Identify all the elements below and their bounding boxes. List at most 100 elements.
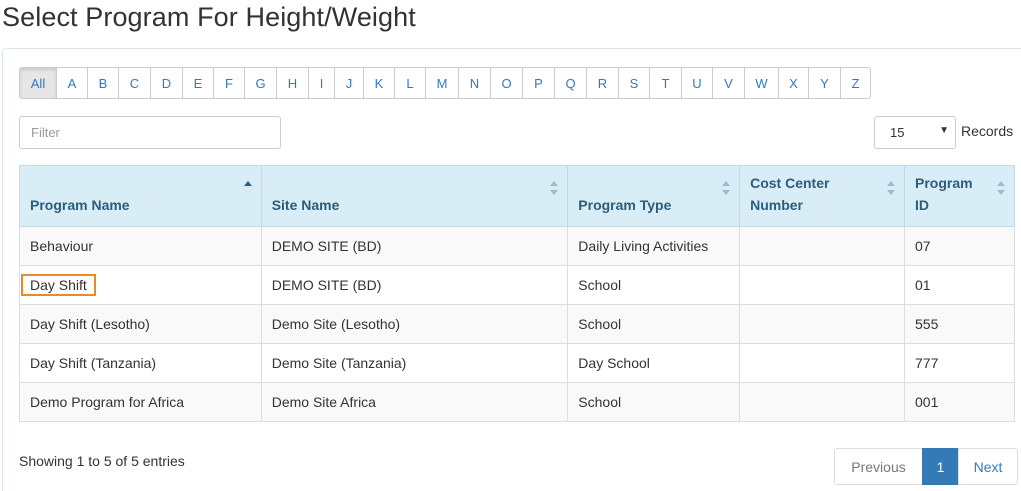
alphabet-button-o[interactable]: O bbox=[490, 67, 523, 99]
cell-value: Behaviour bbox=[30, 238, 94, 254]
alphabet-button-t[interactable]: T bbox=[649, 67, 682, 99]
page-title: Select Program For Height/Weight bbox=[2, 2, 416, 32]
cell-value: Day School bbox=[578, 355, 650, 371]
table-cell bbox=[739, 382, 906, 422]
alphabet-button-m[interactable]: M bbox=[425, 67, 459, 99]
column-header-program-type[interactable]: Program Type bbox=[567, 165, 741, 227]
table-cell: Demo Site Africa bbox=[260, 382, 569, 422]
cell-value: Day Shift (Tanzania) bbox=[30, 355, 157, 371]
sort-icon bbox=[549, 180, 559, 196]
table-cell: Day Shift bbox=[19, 265, 262, 305]
alphabet-button-e[interactable]: E bbox=[182, 67, 214, 99]
table-cell: 001 bbox=[904, 382, 1015, 422]
table-cell bbox=[739, 343, 906, 383]
alphabet-button-y[interactable]: Y bbox=[808, 67, 841, 99]
table-cell: 01 bbox=[904, 265, 1015, 305]
cell-value: Demo Program for Africa bbox=[30, 394, 185, 410]
sort-icon bbox=[996, 180, 1006, 196]
cell-value: 01 bbox=[915, 277, 931, 293]
highlighted-cell-value: Day Shift bbox=[21, 274, 96, 296]
cell-value: DEMO SITE (BD) bbox=[271, 277, 382, 293]
chevron-down-icon: ▼ bbox=[939, 125, 949, 136]
page-1-button[interactable]: 1 bbox=[922, 448, 959, 485]
alphabet-button-k[interactable]: K bbox=[363, 67, 395, 99]
alphabet-filter-bar: All A B C D E F G H I J K L M N O P Q R S T U V W X Y Z bbox=[19, 67, 871, 99]
cell-value: 555 bbox=[915, 316, 939, 332]
table-cell: Demo Site (Lesotho) bbox=[260, 304, 569, 344]
table-row[interactable]: Day Shift (Lesotho) Demo Site (Lesotho) Sc… bbox=[19, 304, 1015, 344]
alphabet-button-p[interactable]: P bbox=[522, 67, 555, 99]
programs-table: Program Name Site Name Program Type Cost Ce… bbox=[19, 165, 1015, 422]
cell-value: 777 bbox=[915, 355, 939, 371]
alphabet-button-r[interactable]: R bbox=[586, 67, 619, 99]
filter-input[interactable] bbox=[19, 116, 281, 149]
sort-icon bbox=[886, 180, 896, 196]
table-row[interactable]: Day Shift DEMO SITE (BD) School 01 bbox=[19, 265, 1015, 305]
table-cell: Day Shift (Lesotho) bbox=[19, 304, 262, 344]
alphabet-button-b[interactable]: B bbox=[87, 67, 119, 99]
table-cell: Demo Site (Tanzania) bbox=[260, 343, 569, 383]
alphabet-button-u[interactable]: U bbox=[681, 67, 713, 99]
column-header-cost-center-number[interactable]: Cost Center Number bbox=[739, 165, 906, 227]
cell-value: Demo Site Africa bbox=[271, 394, 376, 410]
alphabet-button-c[interactable]: C bbox=[118, 67, 151, 99]
column-header-label: Site Name bbox=[271, 197, 340, 213]
previous-page-button[interactable]: Previous bbox=[834, 448, 923, 485]
cell-value: DEMO SITE (BD) bbox=[271, 238, 382, 254]
table-cell: Daily Living Activities bbox=[567, 226, 741, 266]
alphabet-button-g[interactable]: G bbox=[244, 67, 277, 99]
alphabet-button-n[interactable]: N bbox=[458, 67, 491, 99]
table-cell: 555 bbox=[904, 304, 1015, 344]
alphabet-button-x[interactable]: X bbox=[778, 67, 809, 99]
cell-value: 001 bbox=[915, 394, 939, 410]
alphabet-button-l[interactable]: L bbox=[394, 67, 426, 99]
records-per-page-select[interactable]: 15 ▼ bbox=[874, 116, 956, 149]
table-cell: School bbox=[567, 382, 741, 422]
column-header-label: Program Type bbox=[578, 197, 672, 213]
cell-value: Day Shift (Lesotho) bbox=[30, 316, 150, 332]
sort-ascending-icon bbox=[243, 180, 253, 196]
table-cell: School bbox=[567, 265, 741, 305]
column-header-label: Cost Center Number bbox=[750, 175, 830, 213]
column-header-program-id[interactable]: Program ID bbox=[904, 165, 1015, 227]
column-header-label: Program Name bbox=[30, 197, 130, 213]
alphabet-button-s[interactable]: S bbox=[618, 67, 650, 99]
entries-info: Showing 1 to 5 of 5 entries bbox=[19, 453, 185, 469]
alphabet-button-all[interactable]: All bbox=[19, 67, 57, 99]
alphabet-button-i[interactable]: I bbox=[308, 67, 335, 99]
table-cell: 777 bbox=[904, 343, 1015, 383]
cell-value: Demo Site (Tanzania) bbox=[271, 355, 407, 371]
records-label: Records bbox=[961, 123, 1014, 139]
table-cell: Demo Program for Africa bbox=[19, 382, 262, 422]
table-row[interactable]: Demo Program for Africa Demo Site Africa S… bbox=[19, 382, 1015, 422]
alphabet-button-w[interactable]: W bbox=[744, 67, 779, 99]
alphabet-button-z[interactable]: Z bbox=[840, 67, 871, 99]
table-row[interactable]: Behaviour DEMO SITE (BD) Daily Living Acti… bbox=[19, 226, 1015, 266]
alphabet-button-j[interactable]: J bbox=[334, 67, 364, 99]
pagination: Previous 1 Next bbox=[834, 448, 1018, 485]
alphabet-button-v[interactable]: V bbox=[712, 67, 745, 99]
alphabet-button-d[interactable]: D bbox=[150, 67, 183, 99]
column-header-label: Program ID bbox=[915, 175, 973, 213]
alphabet-button-f[interactable]: F bbox=[213, 67, 245, 99]
table-cell bbox=[739, 304, 906, 344]
table-cell: School bbox=[567, 304, 741, 344]
alphabet-button-q[interactable]: Q bbox=[554, 67, 587, 99]
table-cell bbox=[739, 265, 906, 305]
table-cell: Behaviour bbox=[19, 226, 262, 266]
cell-value: 07 bbox=[915, 238, 931, 254]
table-row[interactable]: Day Shift (Tanzania) Demo Site (Tanzania)… bbox=[19, 343, 1015, 383]
alphabet-button-h[interactable]: H bbox=[276, 67, 309, 99]
table-cell: DEMO SITE (BD) bbox=[260, 265, 569, 305]
sort-icon bbox=[721, 180, 731, 196]
cell-value: School bbox=[578, 316, 622, 332]
cell-value: School bbox=[578, 277, 622, 293]
table-cell: 07 bbox=[904, 226, 1015, 266]
table-cell: Day School bbox=[567, 343, 741, 383]
table-header-row: Program Name Site Name Program Type Cost Ce… bbox=[19, 165, 1015, 227]
next-page-button[interactable]: Next bbox=[958, 448, 1018, 485]
alphabet-button-a[interactable]: A bbox=[56, 67, 88, 99]
column-header-site-name[interactable]: Site Name bbox=[260, 165, 569, 227]
cell-value: Demo Site (Lesotho) bbox=[271, 316, 401, 332]
column-header-program-name[interactable]: Program Name bbox=[19, 165, 262, 227]
